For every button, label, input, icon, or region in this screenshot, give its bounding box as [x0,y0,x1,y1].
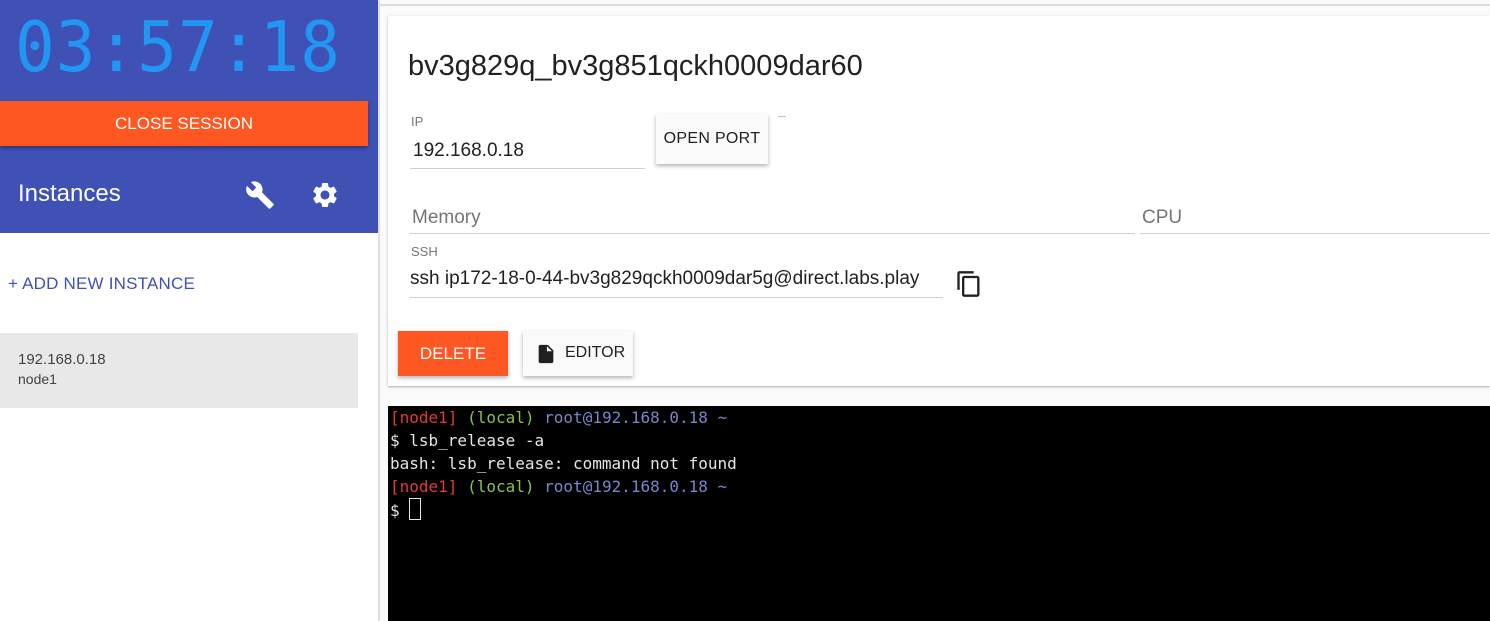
prompt-tilde: ~ [717,477,728,496]
terminal-output-line: bash: lsb_release: command not found [390,454,737,473]
ssh-field[interactable] [410,268,940,290]
terminal-prompt-line: [node1] (local) root@192.168.0.18 ~ [390,475,727,498]
close-session-button[interactable]: CLOSE SESSION [0,101,368,146]
prompt-local: (local) [467,477,535,496]
memory-field[interactable] [412,207,1112,229]
ip-underline [410,168,645,169]
copy-icon[interactable] [955,268,983,300]
file-icon [535,342,557,366]
memory-underline [410,233,1135,234]
terminal-command-line: $ lsb_release -a [390,431,545,450]
prompt-node: [node1] [390,408,458,427]
instance-card: bv3g829q_bv3g851qckh0009dar60 IP OPEN PO… [388,16,1490,386]
terminal-prompt-line: [node1] (local) root@192.168.0.18 ~ [390,406,727,429]
terminal[interactable]: [node1] (local) root@192.168.0.18 ~ $ ls… [388,406,1490,621]
prompt-userhost: root@192.168.0.18 [544,408,708,427]
top-divider [380,4,1490,6]
prompt-local: (local) [467,408,535,427]
sidebar-header: 03:57:18 CLOSE SESSION Instances [0,0,378,233]
ssh-underline [410,297,943,298]
session-title: bv3g829q_bv3g851qckh0009dar60 [408,50,863,82]
prompt-node: [node1] [390,477,458,496]
instance-list-item[interactable]: 192.168.0.18 node1 [0,333,358,408]
open-port-button[interactable]: OPEN PORT [656,114,768,164]
ip-label: IP [411,114,424,129]
ip-field[interactable] [413,140,643,162]
session-timer: 03:57:18 [15,7,341,88]
cpu-field[interactable] [1142,207,1472,229]
sidebar: 03:57:18 CLOSE SESSION Instances + ADD N… [0,0,378,621]
cpu-underline [1140,233,1490,234]
separator-dash [778,116,786,117]
terminal-cursor [409,498,422,520]
editor-button[interactable]: EDITOR [523,331,633,376]
instances-title: Instances [18,180,121,207]
gear-icon[interactable] [310,180,340,210]
delete-button[interactable]: DELETE [398,331,508,376]
instance-name: node1 [18,371,57,387]
prompt-tilde: ~ [717,408,728,427]
instance-ip: 192.168.0.18 [18,351,106,368]
wrench-icon[interactable] [245,180,275,210]
prompt-userhost: root@192.168.0.18 [544,477,708,496]
input-prompt: $ [390,501,410,520]
terminal-input-line[interactable]: $ [390,498,422,521]
ssh-label: SSH [411,244,438,259]
editor-label: EDITOR [565,344,626,361]
add-new-instance-link[interactable]: + ADD NEW INSTANCE [8,274,195,294]
sidebar-divider [378,0,380,621]
